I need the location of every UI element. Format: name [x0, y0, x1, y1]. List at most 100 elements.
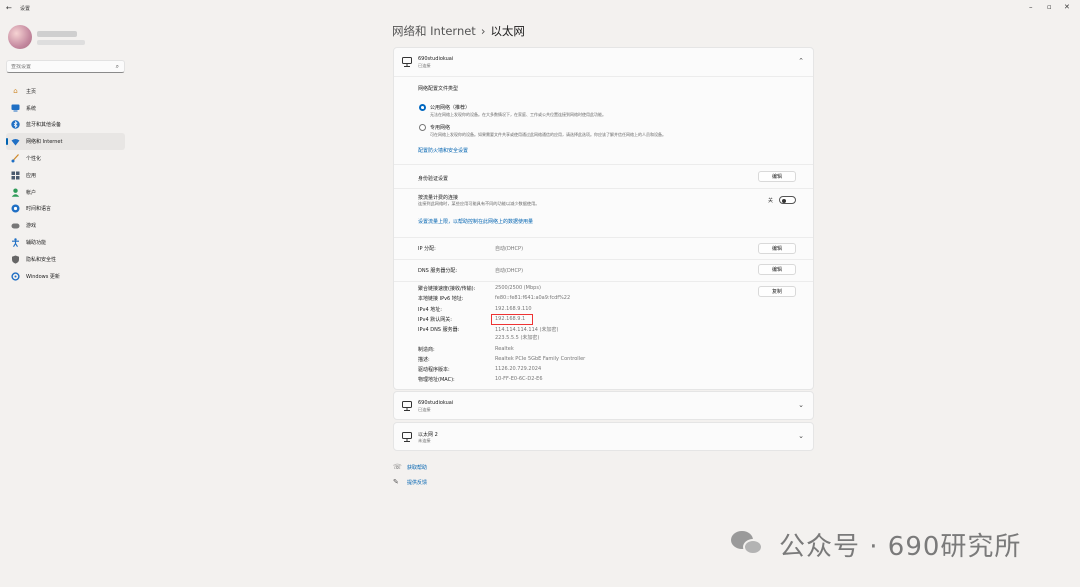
- adapter-name: 690studiokuai: [418, 56, 454, 62]
- prop-value: 114.114.114.114 (未加密): [495, 327, 559, 333]
- public-network-radio[interactable]: [419, 104, 426, 111]
- private-network-radio[interactable]: [419, 124, 426, 131]
- avatar[interactable]: [8, 25, 32, 49]
- adapter-status: 已连接: [418, 63, 431, 68]
- shield-icon: [11, 255, 20, 264]
- metered-toggle-state: 关: [768, 198, 774, 204]
- sidebar-item-windows-update[interactable]: Windows 更新: [6, 268, 125, 285]
- user-name-redacted: [37, 31, 77, 37]
- chevron-up-icon[interactable]: ⌃: [798, 57, 804, 65]
- watermark: 公众号 · 690研究所: [729, 525, 1021, 563]
- prop-label: 制造商:: [418, 347, 435, 353]
- gateway-highlight-box: [491, 314, 533, 325]
- divider: [394, 76, 813, 77]
- prop-value: 2500/2500 (Mbps): [495, 285, 541, 291]
- firewall-settings-link[interactable]: 配置防火墙和安全设置: [418, 147, 468, 154]
- adapter-card-collapsed[interactable]: 690studiokuai 已连接 ⌄: [393, 391, 814, 420]
- feedback-link[interactable]: ✎ 提供反馈: [393, 478, 427, 486]
- auth-edit-button[interactable]: 编辑: [758, 171, 796, 182]
- gamepad-icon: [11, 221, 20, 230]
- sidebar-item-label: 隐私和安全性: [26, 256, 57, 263]
- sidebar-item-label: 时间和语言: [26, 206, 52, 213]
- prop-value: 223.5.5.5 (未加密): [495, 335, 540, 341]
- prop-label: IPv4 DNS 服务器:: [418, 327, 460, 333]
- adapter-status: 未连接: [418, 438, 431, 443]
- user-email-redacted: [37, 40, 85, 45]
- globe-icon: [11, 204, 20, 213]
- search-box[interactable]: ⌕: [6, 60, 125, 73]
- maximize-button[interactable]: ▫: [1047, 3, 1052, 11]
- monitor-icon: [11, 104, 20, 113]
- metered-connection-label: 按流量计费的连接: [418, 195, 459, 201]
- home-icon: ⌂: [13, 87, 18, 96]
- ip-assignment-label: IP 分配:: [418, 246, 436, 252]
- breadcrumb: 网络和 Internet › 以太网: [392, 23, 525, 39]
- get-help-label[interactable]: 获取帮助: [407, 464, 427, 471]
- prop-value: 10-FF-E0-6C-D2-E6: [495, 376, 543, 382]
- search-icon[interactable]: ⌕: [116, 63, 119, 71]
- sidebar-item-home[interactable]: ⌂ 主页: [6, 83, 125, 100]
- back-arrow-icon[interactable]: ←: [6, 4, 12, 12]
- ethernet-icon: [402, 401, 412, 414]
- chevron-down-icon[interactable]: ⌄: [798, 432, 804, 440]
- breadcrumb-separator: ›: [480, 24, 486, 38]
- private-network-desc: 可在网络上发现你的设备。如果需要文件共享或使用通过此网络通信的应用，请选择此选项…: [430, 132, 666, 137]
- sidebar-item-apps[interactable]: 应用: [6, 167, 125, 184]
- data-limit-link[interactable]: 设置流量上限，以帮助控制在此网络上的数据使用量: [418, 218, 533, 225]
- divider: [394, 259, 813, 260]
- feedback-label[interactable]: 提供反馈: [407, 479, 427, 486]
- divider: [394, 164, 813, 165]
- sidebar-item-label: 系统: [26, 105, 37, 112]
- person-icon: [11, 188, 20, 197]
- ip-edit-button[interactable]: 编辑: [758, 243, 796, 254]
- divider: [394, 281, 813, 282]
- adapter-card-collapsed[interactable]: 以太网 2 未连接 ⌄: [393, 422, 814, 451]
- brush-icon: [11, 154, 20, 163]
- prop-label: 驱动程序版本:: [418, 367, 450, 373]
- public-network-desc: 无法在网络上发现你的设备。在大多数情况下，在家庭、工作或公共位置连接到网络时使用…: [430, 112, 606, 117]
- sidebar-item-label: 辅助功能: [26, 240, 47, 247]
- prop-value: 1126.20.729.2024: [495, 366, 542, 372]
- sidebar-nav: ⌂ 主页 系统 蓝牙和其他设备 网络和 Internet 个性化 应用 帐户 时…: [6, 83, 125, 285]
- sidebar-item-bluetooth[interactable]: 蓝牙和其他设备: [6, 117, 125, 134]
- adapter-card-expanded: 690studiokuai 已连接 ⌃ 网络配置文件类型 公用网络（推荐） 无法…: [393, 47, 814, 390]
- prop-value: 192.168.9.110: [495, 306, 532, 312]
- title-bar: ← 设置 – ▫ ✕: [0, 0, 1080, 18]
- prop-value: Realtek PCIe 5GbE Family Controller: [495, 356, 586, 362]
- prop-label: 物理地址(MAC):: [418, 377, 455, 383]
- sidebar-item-network[interactable]: 网络和 Internet: [6, 133, 125, 151]
- sidebar-item-accounts[interactable]: 帐户: [6, 184, 125, 201]
- wechat-icon: [729, 525, 767, 563]
- sidebar-item-label: 主页: [26, 88, 37, 95]
- auth-settings-label: 身份验证设置: [418, 176, 449, 182]
- dns-assignment-value: 自动(DHCP): [495, 268, 524, 274]
- prop-label: 聚合链接速度(接收/传输):: [418, 286, 476, 292]
- sidebar-item-label: Windows 更新: [26, 273, 60, 280]
- get-help-link[interactable]: ☏ 获取帮助: [393, 463, 427, 471]
- sidebar-item-system[interactable]: 系统: [6, 100, 125, 117]
- adapter-name: 690studiokuai: [418, 400, 454, 406]
- sidebar-item-accessibility[interactable]: 辅助功能: [6, 234, 125, 251]
- sidebar-item-personalization[interactable]: 个性化: [6, 150, 125, 167]
- search-input[interactable]: [11, 64, 111, 70]
- sidebar-item-label: 蓝牙和其他设备: [26, 122, 62, 129]
- apps-icon: [11, 171, 20, 180]
- ethernet-icon: [402, 57, 412, 70]
- sidebar-item-privacy[interactable]: 隐私和安全性: [6, 251, 125, 268]
- sidebar-item-gaming[interactable]: 游戏: [6, 217, 125, 234]
- private-network-label[interactable]: 专用网络: [430, 124, 450, 131]
- minimize-button[interactable]: –: [1029, 3, 1033, 11]
- bluetooth-icon: [11, 120, 20, 130]
- chevron-down-icon[interactable]: ⌄: [798, 401, 804, 409]
- sidebar-item-time-language[interactable]: 时间和语言: [6, 201, 125, 218]
- help-icon: ☏: [393, 463, 402, 471]
- public-network-label[interactable]: 公用网络（推荐）: [430, 104, 470, 111]
- sidebar-item-label: 帐户: [26, 189, 37, 196]
- metered-toggle[interactable]: [779, 196, 796, 204]
- copy-properties-button[interactable]: 复制: [758, 286, 796, 297]
- close-button[interactable]: ✕: [1064, 3, 1070, 11]
- breadcrumb-parent[interactable]: 网络和 Internet: [392, 24, 476, 38]
- dns-edit-button[interactable]: 编辑: [758, 264, 796, 275]
- adapter-name: 以太网 2: [418, 432, 438, 438]
- divider: [394, 237, 813, 238]
